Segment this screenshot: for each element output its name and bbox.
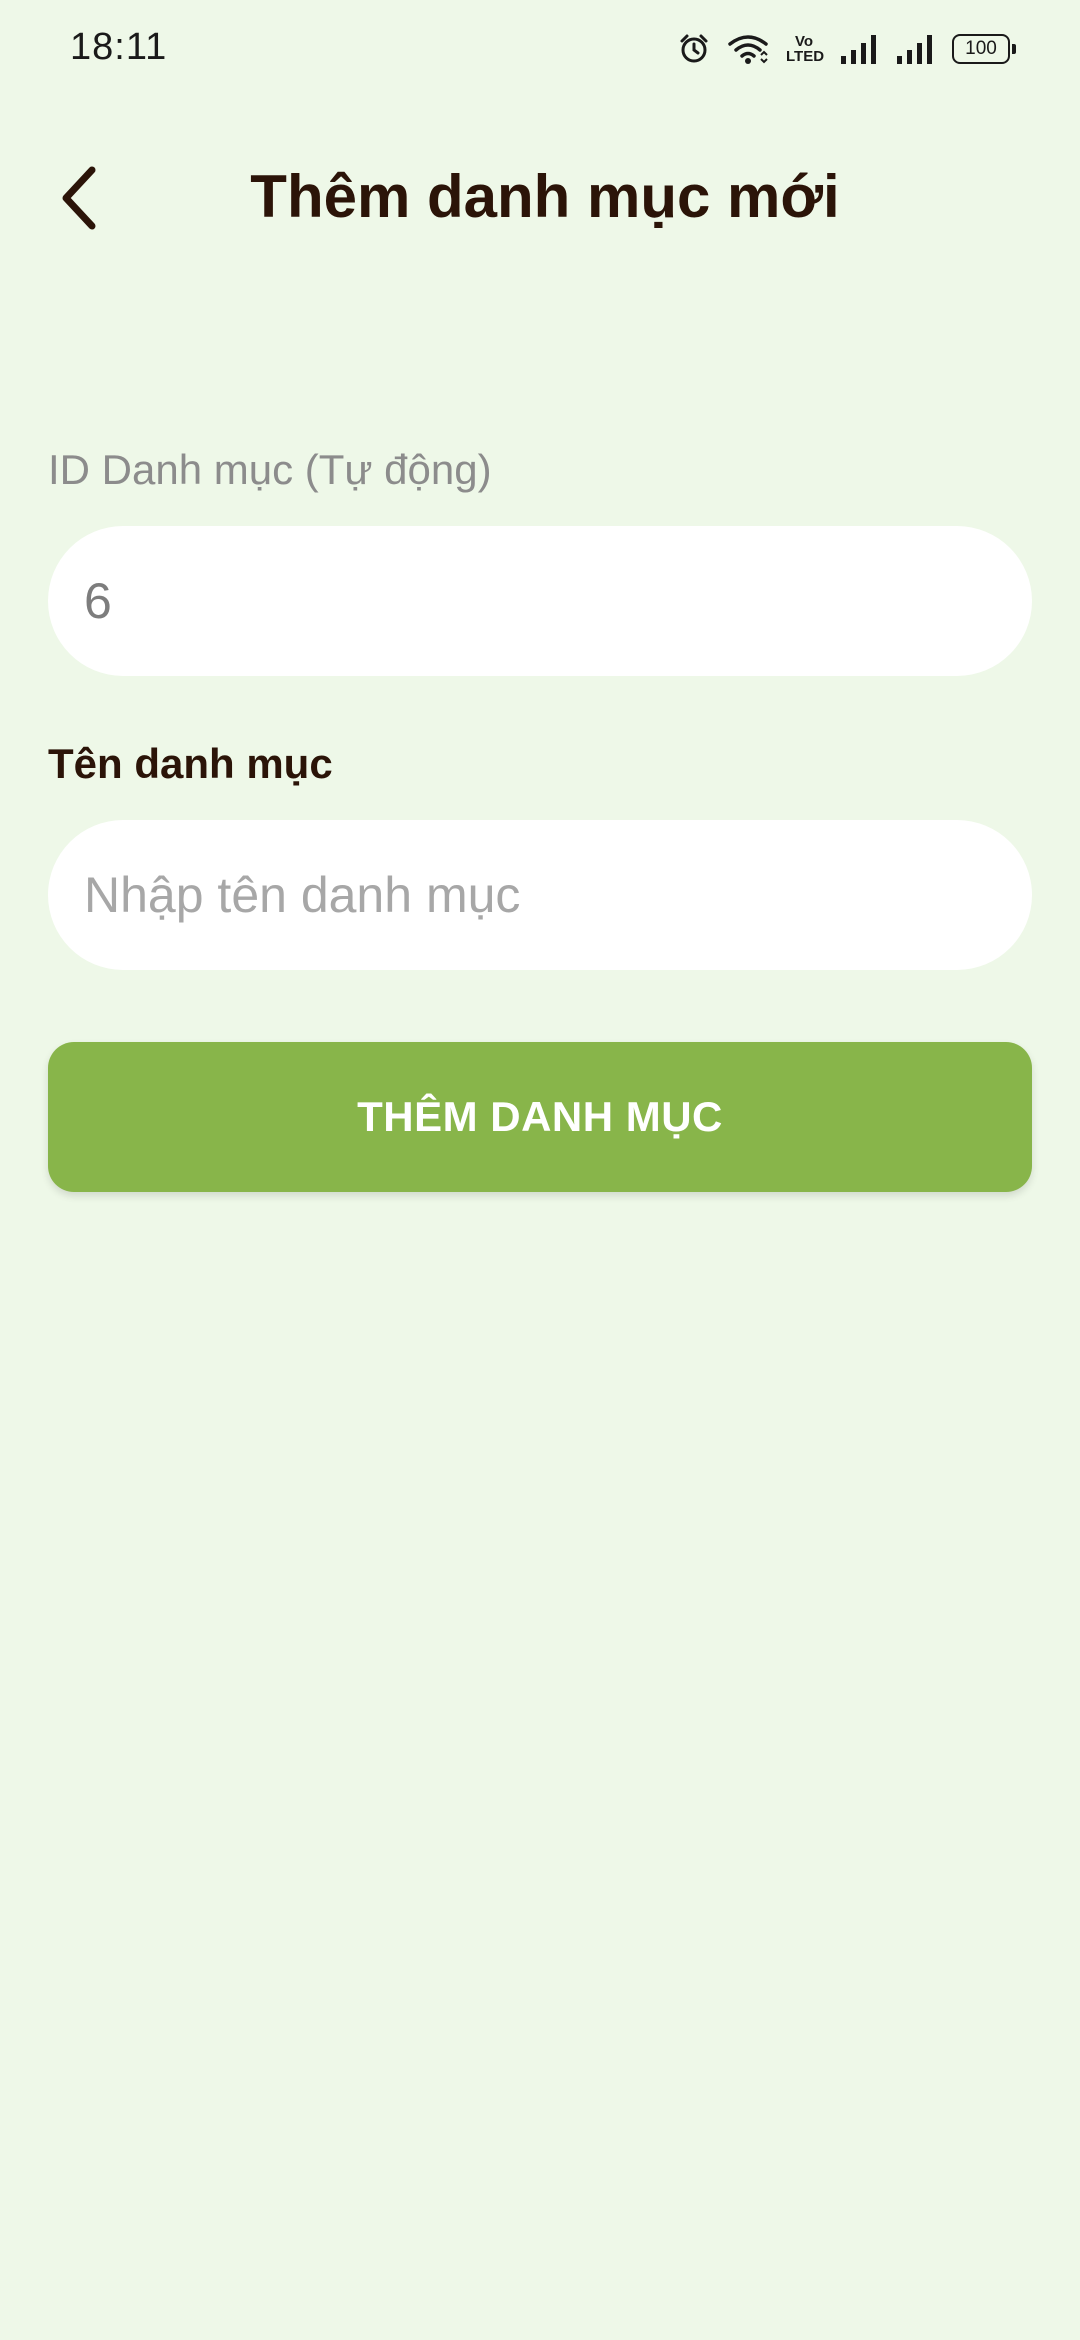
category-name-input[interactable] — [48, 820, 1032, 970]
app-header: Thêm danh mục mới — [0, 140, 1080, 260]
status-icons: Vo LTED 100 — [678, 28, 1016, 70]
volte-icon: Vo LTED — [786, 33, 825, 65]
status-bar: 18:11 Vo LTED 100 — [0, 0, 1080, 96]
battery-icon: 100 — [952, 34, 1016, 64]
app-screen: 18:11 Vo LTED 100 Thêm danh mục mới ID D… — [0, 0, 1080, 2340]
signal-icon — [896, 33, 934, 65]
alarm-icon — [678, 33, 710, 65]
add-category-form: ID Danh mục (Tự động) Tên danh mục THÊM … — [48, 440, 1032, 1192]
add-category-button[interactable]: THÊM DANH MỤC — [48, 1042, 1032, 1192]
category-id-label: ID Danh mục (Tự động) — [48, 446, 492, 493]
wifi-icon — [728, 33, 768, 65]
status-time: 18:11 — [70, 26, 168, 68]
category-name-label: Tên danh mục — [48, 740, 333, 787]
signal-icon — [840, 33, 878, 65]
category-id-field[interactable] — [48, 526, 1032, 676]
page-title: Thêm danh mục mới — [250, 163, 840, 230]
